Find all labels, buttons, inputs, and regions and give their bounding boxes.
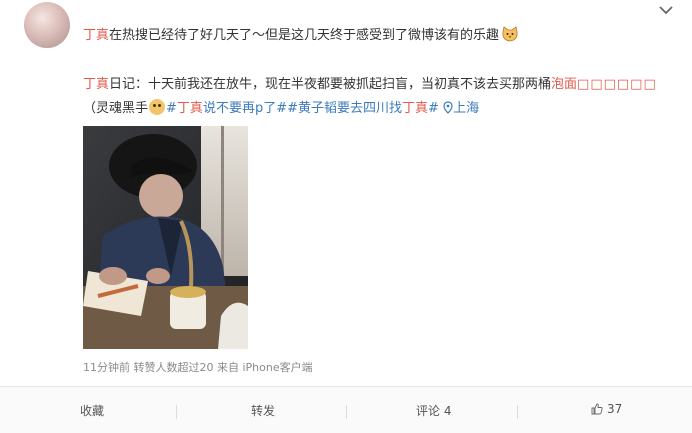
hashtag-prefix: #黄子韬要去四川找 [287,101,402,116]
mention-dingzhen[interactable]: 丁真 [83,28,109,43]
mention-dingzhen[interactable]: 丁真 [83,77,109,92]
mention-dingzhen: 丁真 [402,101,429,116]
favorite-button[interactable]: 收藏 [80,402,104,419]
post-text: 在热搜已经待了好几天了～但是这几天终于感受到了微博该有的乐趣 [109,28,500,43]
post-text-line-3: （灵魂黑手 #丁真说不要再p了##黄子韬要去四川找丁真# 上海 [83,99,479,118]
post-text-line-2: 丁真日记：十天前我还在放牛，现在半夜都要被抓起扫盲，当初真不该去买那两桶泡面□□… [83,76,657,94]
repost-button[interactable]: 转发 [251,402,275,419]
action-separator [517,405,518,419]
post-text-line-1: 丁真在热搜已经待了好几天了～但是这几天终于感受到了微博该有的乐趣 [83,26,519,45]
like-count: 37 [607,402,623,416]
thumbs-up-icon [591,403,603,415]
cat-emoji-icon [501,26,519,42]
mention-dingzhen: 丁真 [176,101,203,116]
post-meta: 11分钟前 转赞人数超过20 来自 iPhone客户端 [83,361,313,374]
chevron-down-icon[interactable] [658,4,674,16]
hashtag-rest: 说不要再p了# [202,101,288,116]
hashtag-huangzitao[interactable]: #黄子韬要去四川找丁真# [287,101,439,116]
post-text: （灵魂黑手 [83,101,149,116]
hashtag-dingzhen-no-p[interactable]: #丁真说不要再p了# [166,101,287,116]
avatar[interactable] [24,2,70,48]
comment-button[interactable]: 评论 4 [416,402,451,419]
smile-emoji-icon [149,99,166,115]
hashtag-prefix: # [166,101,177,116]
action-separator [346,405,347,419]
location-text: 上海 [453,101,480,116]
action-separator [176,405,177,419]
missing-glyphs: □□□□□□ [577,77,657,92]
post-photo[interactable] [83,126,248,349]
like-button[interactable]: 37 [591,402,622,416]
hashtag-suffix: # [428,101,439,116]
photo-image [83,126,248,349]
action-bar: 收藏 转发 评论 4 37 [0,387,692,433]
post-text: 日记：十天前我还在放牛，现在半夜都要被抓起扫盲，当初真不该去买那两桶 [109,77,552,92]
location-link[interactable]: 上海 [443,101,479,116]
highlight-keyword[interactable]: 泡面 [551,77,577,92]
location-pin-icon [443,101,453,114]
